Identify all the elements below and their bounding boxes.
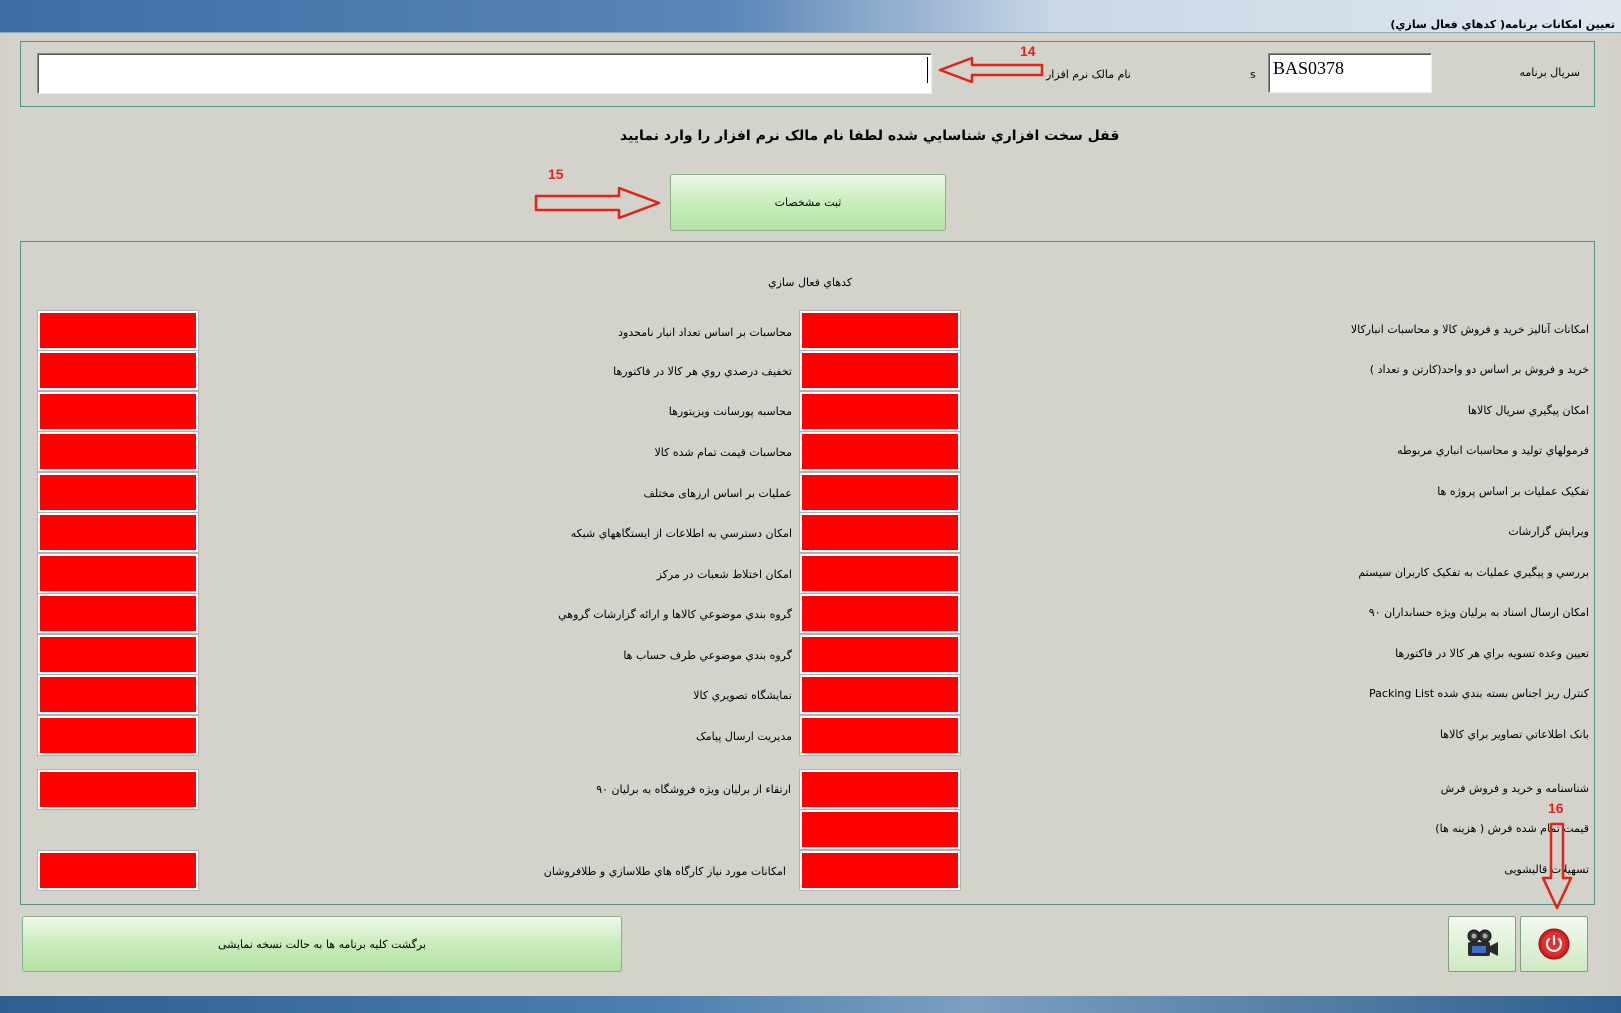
revert-to-demo-button[interactable]: برگشت کلیه برنامه ها به حالت نسخه نمایشی <box>22 916 622 972</box>
right-feature-label: تفکیک عملیات بر اساس پروژه ها <box>1437 485 1589 498</box>
left-feature-label: محاسبه پورسانت ويزيتورها <box>668 405 792 418</box>
annotation-arrow-right-icon <box>534 186 661 220</box>
annotation-15: 15 <box>548 166 564 182</box>
activation-code-box[interactable] <box>799 809 961 850</box>
activation-code-box[interactable] <box>37 431 199 472</box>
annotation-arrow-down-icon <box>1541 822 1573 910</box>
activation-code-box[interactable] <box>799 674 961 715</box>
activation-code-box[interactable] <box>37 769 199 810</box>
activation-code-box[interactable] <box>37 634 199 675</box>
revert-button-label: برگشت کلیه برنامه ها به حالت نسخه نمایشی <box>218 937 426 951</box>
activation-code-box[interactable] <box>37 310 199 351</box>
annotation-16: 16 <box>1548 800 1564 816</box>
left-feature-label: امکانات مورد نياز کارگاه هاي طلاسازي و ط… <box>543 865 786 878</box>
activation-code-box[interactable] <box>37 593 199 634</box>
right-feature-label: بررسي و پيگيري عمليات به تفکيک کاربران س… <box>1358 566 1589 579</box>
right-feature-label: ويرايش گزارشات <box>1508 525 1589 538</box>
activation-code-box[interactable] <box>799 472 961 513</box>
activation-code-box[interactable] <box>799 850 961 891</box>
left-feature-label: عملیات بر اساس ارزهای مختلف <box>643 487 792 500</box>
left-feature-label: محاسبات بر اساس تعداد انبار نامحدود <box>618 326 792 339</box>
s-label: s <box>1250 68 1256 81</box>
owner-label: نام مالک نرم افزار <box>1046 68 1131 81</box>
activation-code-box[interactable] <box>799 391 961 432</box>
exit-button[interactable] <box>1520 916 1588 972</box>
hardware-lock-message: قفل سخت افزاري شناسايي شده لطفا نام مالک… <box>620 128 1120 144</box>
register-button[interactable]: ثبت مشخصات <box>670 174 946 231</box>
left-feature-label: ارتقاء از برلیان ویژه فروشگاه به برلیان … <box>596 783 791 796</box>
activation-code-box[interactable] <box>37 512 199 553</box>
activation-code-box[interactable] <box>799 715 961 756</box>
owner-name-input[interactable] <box>37 53 932 94</box>
left-feature-label: امکان دسترسي به اطلاعات از ايستگاههاي شب… <box>570 527 792 540</box>
camera-button[interactable] <box>1448 916 1516 972</box>
activation-code-box[interactable] <box>799 310 961 351</box>
right-feature-label: امکان پیگیري سريال کالاها <box>1467 404 1589 417</box>
register-button-label: ثبت مشخصات <box>774 196 842 209</box>
left-feature-label: امکان اختلاط شعبات در مرکز <box>656 568 792 581</box>
activation-code-box[interactable] <box>37 350 199 391</box>
right-feature-label: کنترل ريز اجناس بسته بندي شده Packing Li… <box>1369 687 1589 700</box>
activation-code-box[interactable] <box>799 431 961 472</box>
left-feature-label: نمايشگاه تصويري کالا <box>693 689 792 702</box>
power-icon <box>1538 928 1570 960</box>
right-feature-label: بانک اطلاعاتي تصاوير براي کالاها <box>1439 728 1589 741</box>
right-feature-label: امکانات آنالیز خرید و فروش کالا و محاسبا… <box>1350 323 1589 336</box>
activation-code-box[interactable] <box>37 391 199 432</box>
serial-label: سريال برنامه <box>1519 66 1580 79</box>
window-titlebar: تعیین امکانات برنامه( کدهاي فعال سازي) <box>0 0 1621 33</box>
activation-code-box[interactable] <box>799 634 961 675</box>
right-feature-label: فرمولهاي توليد و محاسبات انباري مربوطه <box>1397 444 1589 457</box>
activation-code-box[interactable] <box>37 850 199 891</box>
video-camera-icon <box>1467 929 1498 956</box>
left-feature-label: گروه بندي موضوعي طرف حساب ها <box>623 649 792 662</box>
activation-codes-title: کدهاي فعال سازي <box>768 276 853 289</box>
activation-code-box[interactable] <box>799 553 961 594</box>
left-feature-label: مديريت ارسال پيامک <box>695 730 792 743</box>
activation-code-box[interactable] <box>37 715 199 756</box>
left-feature-label: تخفيف درصدي روي هر کالا در فاکتورها <box>613 365 792 378</box>
right-feature-label: امکان ارسال اسناد به برلیان ویژه حسابدار… <box>1368 606 1589 619</box>
annotation-arrow-left-icon <box>938 56 1044 84</box>
left-feature-label: گروه بندي موضوعي کالاها و ارائه گزارشات … <box>558 608 792 621</box>
taskbar-strip <box>0 996 1621 1013</box>
right-feature-label: خرید و فروش بر اساس دو واحد(کارتن و تعدا… <box>1369 363 1589 376</box>
serial-input[interactable]: BAS0378 <box>1268 53 1432 93</box>
text-caret <box>927 57 928 83</box>
activation-code-box[interactable] <box>37 472 199 513</box>
right-feature-label: تعيين وعده تسويه براي هر کالا در فاکتوره… <box>1395 647 1589 660</box>
left-feature-label: محاسبات قیمت تمام شده کالا <box>654 446 792 459</box>
right-feature-label: شناسنامه و خرید و فروش فرش <box>1440 782 1589 795</box>
activation-code-box[interactable] <box>799 593 961 634</box>
activation-code-box[interactable] <box>37 553 199 594</box>
activation-code-box[interactable] <box>799 350 961 391</box>
activation-code-box[interactable] <box>799 512 961 553</box>
window-title: تعیین امکانات برنامه( کدهاي فعال سازي) <box>1390 18 1615 31</box>
activation-code-box[interactable] <box>799 769 961 810</box>
serial-value: BAS0378 <box>1273 58 1345 78</box>
activation-code-box[interactable] <box>37 674 199 715</box>
